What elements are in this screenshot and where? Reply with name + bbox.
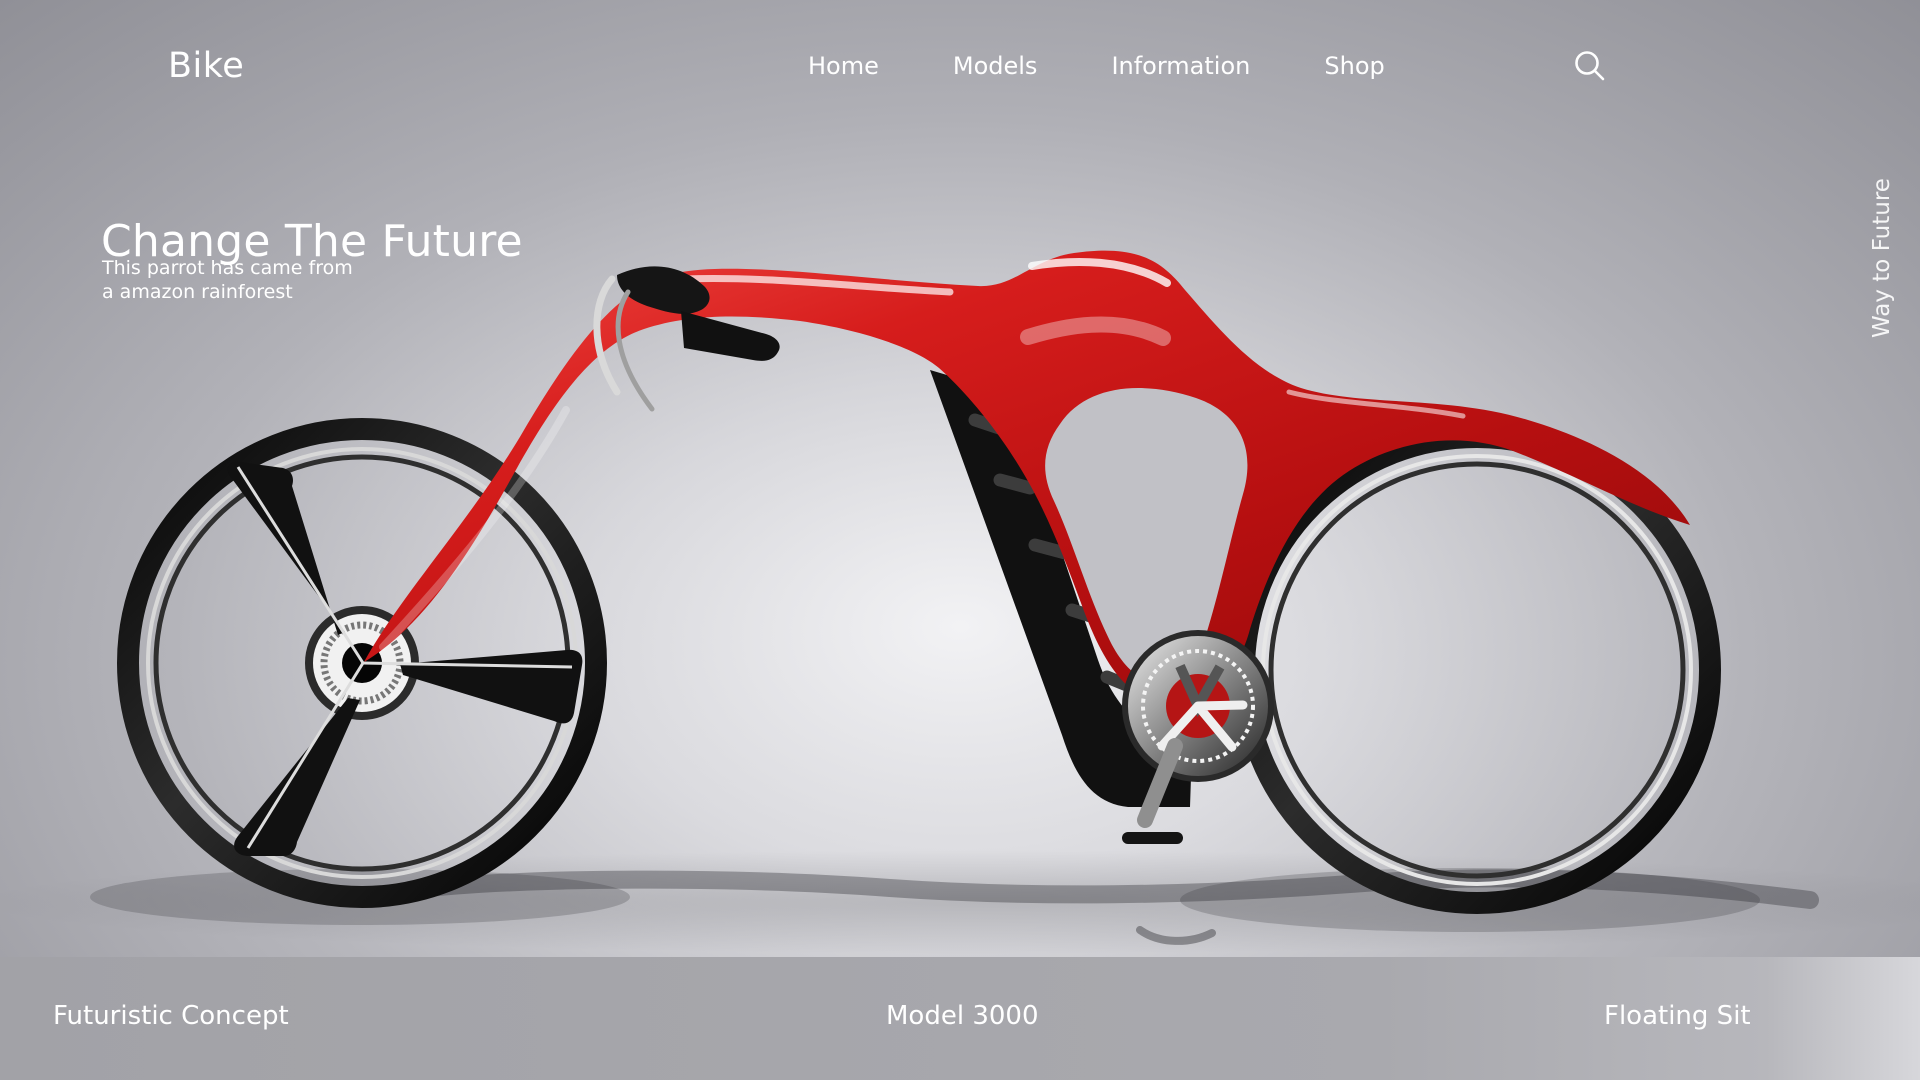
feature-bar: Futuristic Concept Model 3000 Floating S…: [0, 957, 1920, 1080]
nav-information[interactable]: Information: [1111, 52, 1250, 80]
brand-logo[interactable]: Bike: [168, 46, 244, 86]
landing-page: Bike Home Models Information Shop Change…: [0, 0, 1920, 1080]
side-vertical-label: Way to Future: [1869, 178, 1895, 338]
search-button[interactable]: [1572, 48, 1608, 84]
site-header: Bike Home Models Information Shop: [0, 0, 1920, 140]
search-icon: [1575, 51, 1605, 81]
futuristic-bike-image: [0, 250, 1920, 954]
feature-futuristic-concept: Futuristic Concept: [53, 1001, 289, 1031]
hero-section: Bike Home Models Information Shop Change…: [0, 0, 1920, 957]
nav-shop[interactable]: Shop: [1324, 52, 1384, 80]
hero-subcopy: This parrot has came from a amazon rainf…: [102, 256, 353, 304]
feature-floating-sit: Floating Sit: [1604, 1001, 1751, 1031]
hero-subcopy-line-1: This parrot has came from: [102, 257, 353, 279]
nav-models[interactable]: Models: [953, 52, 1038, 80]
main-navigation: Home Models Information Shop: [808, 52, 1385, 80]
hero-subcopy-line-2: a amazon rainforest: [102, 281, 293, 303]
feature-model-3000: Model 3000: [886, 1001, 1039, 1031]
nav-home[interactable]: Home: [808, 52, 879, 80]
